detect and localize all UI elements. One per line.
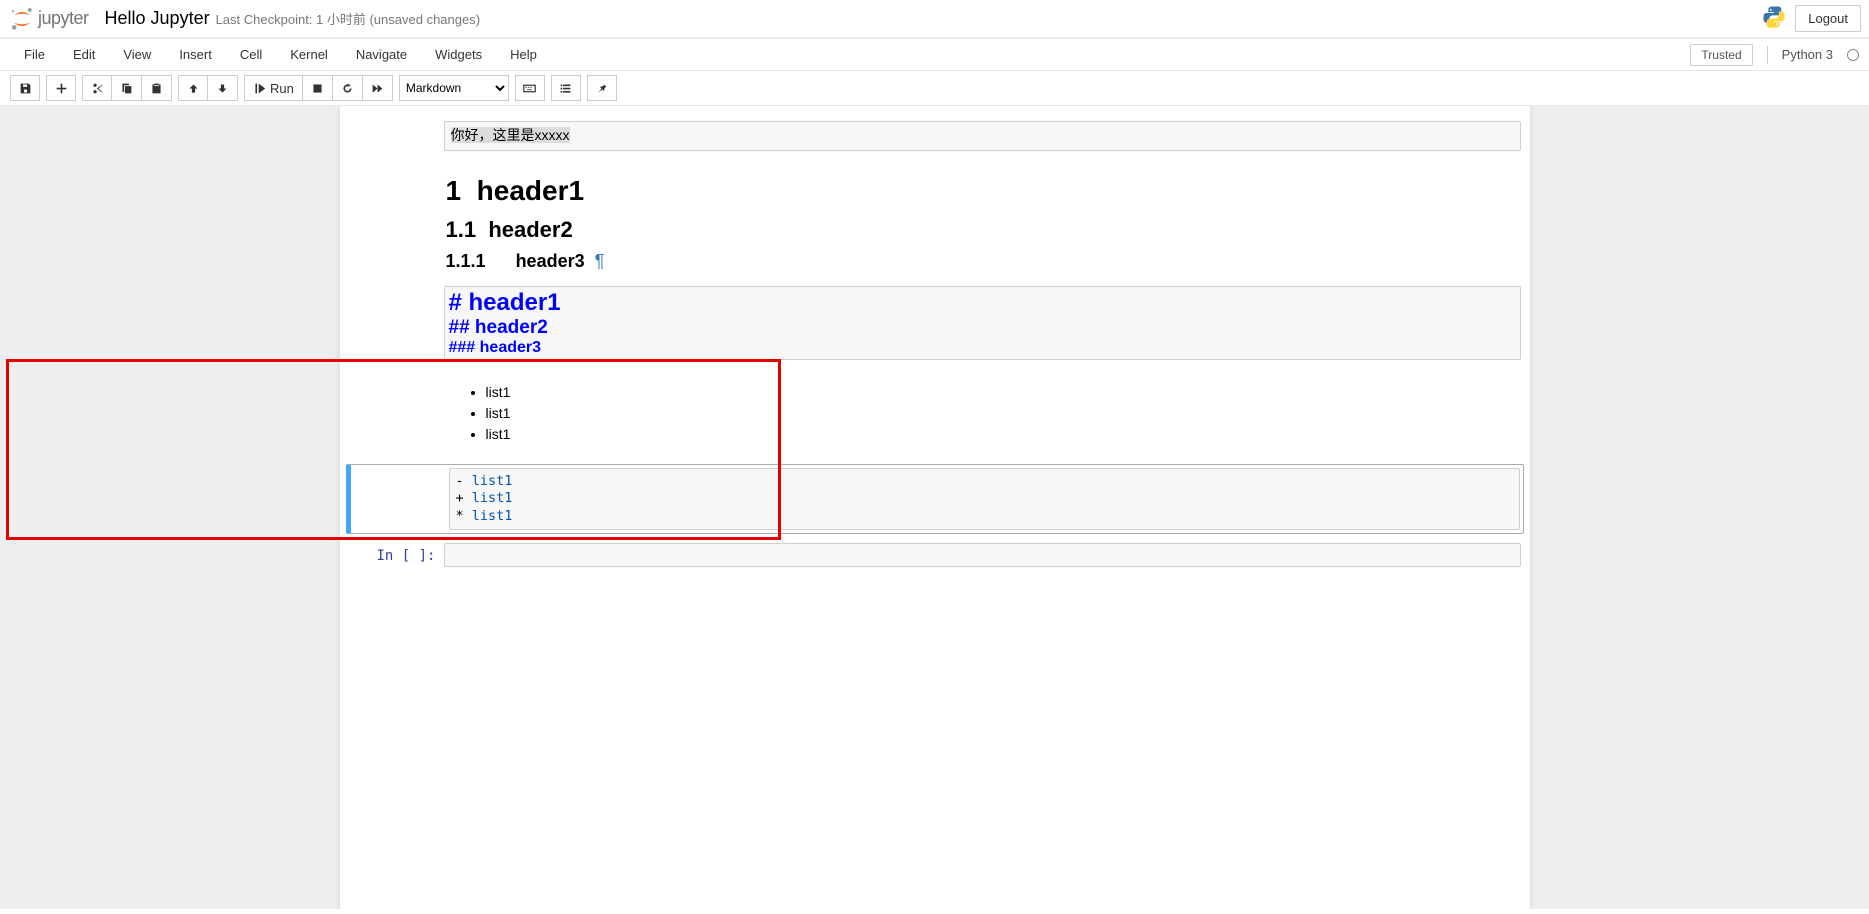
command-palette-button[interactable] (515, 75, 545, 101)
pilcrow-icon[interactable]: ¶ (595, 251, 605, 272)
restart-button[interactable] (333, 75, 363, 101)
arrow-down-icon (216, 82, 229, 95)
move-down-button[interactable] (208, 75, 238, 101)
fast-forward-icon (371, 82, 384, 95)
menu-file[interactable]: File (10, 39, 59, 70)
copy-icon (120, 82, 133, 95)
cell-md-source-list[interactable]: - list1+ list1* list1 (346, 464, 1524, 535)
cell-markdown-edit[interactable]: 你好，这里是xxxxx (346, 118, 1524, 154)
code-prompt: In [ ]: (349, 543, 444, 567)
run-button[interactable]: Run (244, 75, 303, 101)
markdown-source[interactable]: # header1 ## header2 ### header3 (444, 286, 1521, 360)
pushpin-icon (595, 82, 608, 95)
save-button[interactable] (10, 75, 40, 101)
kernel-idle-icon (1847, 49, 1859, 61)
rendered-h1: 1 header1 (446, 175, 1519, 207)
separator (1767, 46, 1768, 64)
notebook: 你好，这里是xxxxx 1 header1 1.1 header2 1.1.1 … (340, 106, 1530, 909)
cut-button[interactable] (82, 75, 112, 101)
cell-type-select[interactable]: CodeMarkdownRaw NBConvertHeading (399, 75, 509, 101)
menu-kernel[interactable]: Kernel (276, 39, 342, 70)
logo-text: jupyter (38, 8, 89, 29)
restart-run-all-button[interactable] (363, 75, 393, 101)
prompt-empty (354, 468, 449, 531)
menu-insert[interactable]: Insert (165, 39, 226, 70)
toolbar: Run CodeMarkdownRaw NBConvertHeading (0, 71, 1869, 106)
keyboard-icon (523, 82, 536, 95)
paste-icon (150, 82, 163, 95)
checkpoint-status: Last Checkpoint: 1 小时前 (unsaved changes) (216, 9, 480, 28)
scissors-icon (91, 82, 104, 95)
menubar: File Edit View Insert Cell Kernel Naviga… (0, 38, 1869, 71)
copy-button[interactable] (112, 75, 142, 101)
menu-navigate[interactable]: Navigate (342, 39, 421, 70)
rendered-h3: 1.1.1 header3 ¶ (446, 251, 1519, 272)
menu-view[interactable]: View (109, 39, 165, 70)
cell-rendered-list[interactable]: list1 list1 list1 (346, 369, 1524, 458)
header-bar: jupyter Hello Jupyter Last Checkpoint: 1… (0, 0, 1869, 38)
toc-button[interactable] (551, 75, 581, 101)
stop-icon (311, 82, 324, 95)
md-h1-source: # header1 (449, 289, 1516, 317)
variable-inspector-button[interactable] (587, 75, 617, 101)
md-h2-source: ## header2 (449, 317, 1516, 339)
interrupt-button[interactable] (303, 75, 333, 101)
list-source-line: + list1 (456, 490, 1513, 508)
run-icon (253, 82, 266, 95)
selected-text: 你好，这里是xxxxx (451, 127, 570, 143)
rendered-h2: 1.1 header2 (446, 217, 1519, 243)
list-icon (559, 82, 572, 95)
restart-icon (341, 82, 354, 95)
list-source-line: - list1 (456, 473, 1513, 491)
menu-help[interactable]: Help (496, 39, 551, 70)
python-icon (1761, 4, 1787, 33)
menu-edit[interactable]: Edit (59, 39, 109, 70)
prompt-empty (349, 121, 444, 151)
list-item: list1 (486, 424, 1519, 445)
markdown-source[interactable]: - list1+ list1* list1 (449, 468, 1520, 531)
markdown-editor[interactable]: 你好，这里是xxxxx (444, 121, 1521, 151)
logout-button[interactable]: Logout (1795, 5, 1861, 32)
notebook-name[interactable]: Hello Jupyter (105, 8, 210, 29)
code-input[interactable] (444, 543, 1521, 567)
cell-code-empty[interactable]: In [ ]: (346, 540, 1524, 570)
move-up-button[interactable] (178, 75, 208, 101)
list-item: list1 (486, 403, 1519, 424)
notebook-scroll[interactable]: 你好，这里是xxxxx 1 header1 1.1 header2 1.1.1 … (0, 106, 1869, 909)
prompt-empty (349, 286, 444, 360)
list-source-line: * list1 (456, 508, 1513, 526)
menu-widgets[interactable]: Widgets (421, 39, 496, 70)
save-icon (19, 82, 32, 95)
prompt-empty (349, 372, 444, 455)
jupyter-logo[interactable]: jupyter (8, 6, 89, 32)
kernel-name[interactable]: Python 3 (1782, 47, 1833, 62)
add-cell-button[interactable] (46, 75, 76, 101)
cell-md-source-headers[interactable]: # header1 ## header2 ### header3 (346, 283, 1524, 363)
cell-rendered-headers[interactable]: 1 header1 1.1 header2 1.1.1 header3 ¶ (346, 154, 1524, 283)
prompt-empty (349, 157, 444, 280)
bullet-list: list1 list1 list1 (486, 376, 1519, 451)
run-label: Run (270, 81, 294, 96)
menu-cell[interactable]: Cell (226, 39, 276, 70)
plus-icon (55, 82, 68, 95)
list-item: list1 (486, 382, 1519, 403)
arrow-up-icon (187, 82, 200, 95)
paste-button[interactable] (142, 75, 172, 101)
jupyter-icon (8, 6, 36, 32)
md-h3-source: ### header3 (449, 339, 1516, 357)
trusted-indicator[interactable]: Trusted (1690, 44, 1752, 66)
